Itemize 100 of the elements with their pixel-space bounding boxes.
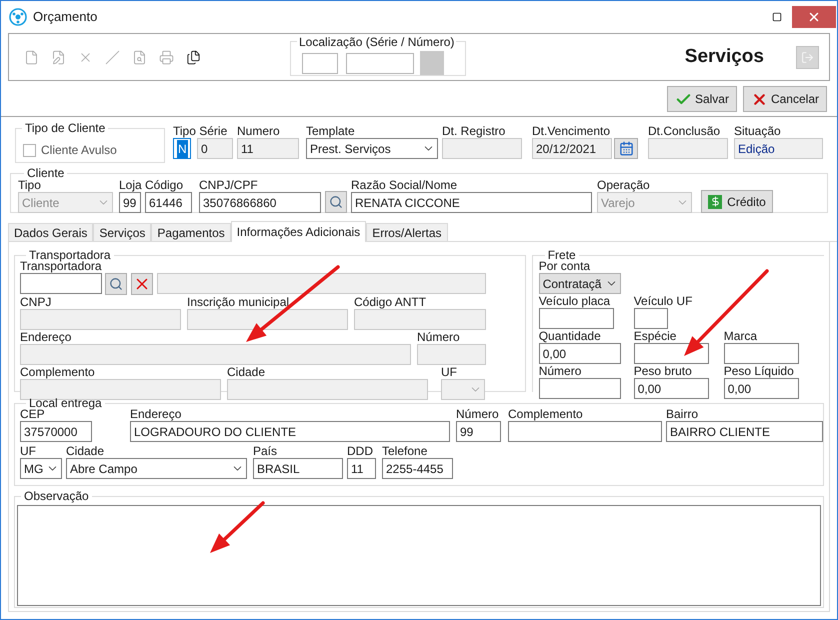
input-field[interactable] (508, 421, 662, 442)
close-button[interactable] (792, 6, 836, 28)
tab[interactable]: Erros/Alertas (366, 223, 448, 241)
tab[interactable]: Dados Gerais (8, 223, 94, 241)
calendar-button[interactable] (614, 138, 638, 159)
input-field[interactable] (724, 343, 799, 364)
group-title: Tipo de Cliente (25, 121, 106, 135)
input-field[interactable] (417, 344, 486, 365)
input-field[interactable]: RENATA CICCONE (351, 192, 592, 213)
clear-button[interactable] (131, 273, 153, 295)
field-label: Telefone (382, 444, 428, 458)
input-field[interactable]: BAIRRO CLIENTE (666, 421, 823, 442)
input-field[interactable]: 0,00 (724, 378, 799, 399)
input-field[interactable] (346, 52, 414, 74)
document-search-icon (132, 50, 147, 64)
field-label: Tipo Série (173, 124, 228, 138)
input-field[interactable]: 11 (237, 138, 299, 159)
field-label: Cidade (227, 365, 266, 379)
field-label: Loja (119, 178, 142, 192)
field-label: Código (145, 178, 184, 192)
maximize-icon (772, 12, 782, 22)
window-title: Orçamento (33, 8, 98, 26)
input-field[interactable] (354, 309, 486, 330)
field-label: Bairro (666, 407, 698, 421)
group-title: Observação (24, 489, 89, 503)
group-title: Transportadora (29, 248, 111, 262)
pencil-icon (105, 50, 120, 64)
field-label: Veículo UF (634, 294, 692, 308)
input-field[interactable] (20, 379, 221, 400)
checkbox[interactable] (23, 144, 36, 156)
search-button[interactable] (105, 273, 127, 295)
input-field[interactable]: 61446 (145, 192, 192, 213)
printer-icon (159, 50, 174, 64)
input-field[interactable]: 0,00 (538, 343, 621, 364)
input-field[interactable] (227, 379, 428, 400)
field-label: Template (306, 124, 355, 138)
credit-button[interactable]: Crédito (701, 190, 773, 213)
group-title: Frete (548, 248, 576, 262)
input-field[interactable] (302, 52, 338, 74)
search-button[interactable] (325, 191, 347, 213)
input-field[interactable]: 20/12/2021 (532, 138, 612, 159)
group-title: Localização (Série / Número) (299, 34, 454, 48)
group-title: Cliente (27, 166, 64, 180)
documents-tool[interactable] (185, 48, 202, 66)
input-field[interactable]: 37570000 (20, 421, 92, 442)
field-label: Veículo placa (538, 294, 610, 308)
input-field[interactable]: 2255-4455 (382, 458, 453, 479)
field-label: Razão Social/Nome (351, 178, 458, 192)
input-field[interactable]: 99 (119, 192, 141, 213)
dropdown[interactable]: Contrataçã (538, 273, 621, 294)
dropdown[interactable]: Abre Campo (66, 458, 247, 479)
field-label: Complemento (20, 365, 95, 379)
field-label: Marca (724, 329, 758, 343)
input-field[interactable]: 99 (456, 421, 501, 442)
notes-field[interactable] (17, 505, 821, 606)
input-field[interactable]: 0 (197, 138, 233, 159)
input-field[interactable] (538, 378, 621, 399)
field-label: Peso bruto (634, 364, 692, 378)
field-label: UF (441, 365, 457, 379)
search-icon (329, 195, 343, 209)
save-button[interactable]: Salvar (666, 86, 737, 112)
input-field[interactable]: 11 (347, 458, 376, 479)
input-field[interactable] (20, 309, 181, 330)
field-label: CNPJ/CPF (199, 178, 258, 192)
tab[interactable]: Pagamentos (151, 223, 231, 241)
field-label: Dt.Conclusão (648, 124, 720, 138)
input-field[interactable] (442, 138, 522, 159)
documents-icon (186, 50, 201, 64)
field-label: Quantidade (538, 329, 601, 343)
group-title: Local entrega (29, 396, 102, 410)
input-field[interactable] (20, 344, 411, 365)
input-field[interactable]: N (173, 138, 191, 159)
input-field[interactable] (20, 273, 102, 294)
field-label: Operação (597, 178, 650, 192)
tab[interactable]: Serviços (93, 223, 152, 241)
input-field[interactable]: LOGRADOURO DO CLIENTE (130, 421, 450, 442)
checkbox-label: Cliente Avulso (41, 142, 117, 159)
field-label: Tipo (18, 178, 41, 192)
dropdown[interactable]: Prest. Serviços (306, 138, 438, 159)
input-field[interactable] (157, 273, 486, 294)
input-field[interactable]: 35076866860 (199, 192, 321, 213)
dropdown[interactable]: MG (20, 458, 62, 479)
document-icon (24, 50, 39, 64)
annotation-arrow (210, 501, 265, 553)
input-field[interactable] (648, 138, 728, 159)
exit-icon (801, 50, 814, 64)
input-field[interactable] (187, 309, 348, 330)
input-field[interactable] (634, 308, 668, 329)
input-field[interactable]: 0,00 (634, 378, 709, 399)
field-label: DDD (347, 444, 373, 458)
input-field[interactable]: BRASIL (253, 458, 343, 479)
search-icon (109, 277, 123, 291)
status-field: Edição (734, 138, 823, 159)
field-label: Espécie (634, 329, 676, 343)
dollar-icon (708, 194, 722, 208)
cancel-button[interactable]: Cancelar (742, 86, 827, 112)
input-field[interactable] (538, 308, 614, 329)
field-label: Numero (237, 124, 280, 138)
tab[interactable]: Informações Adicionais (230, 221, 366, 242)
input-field[interactable] (634, 343, 709, 364)
